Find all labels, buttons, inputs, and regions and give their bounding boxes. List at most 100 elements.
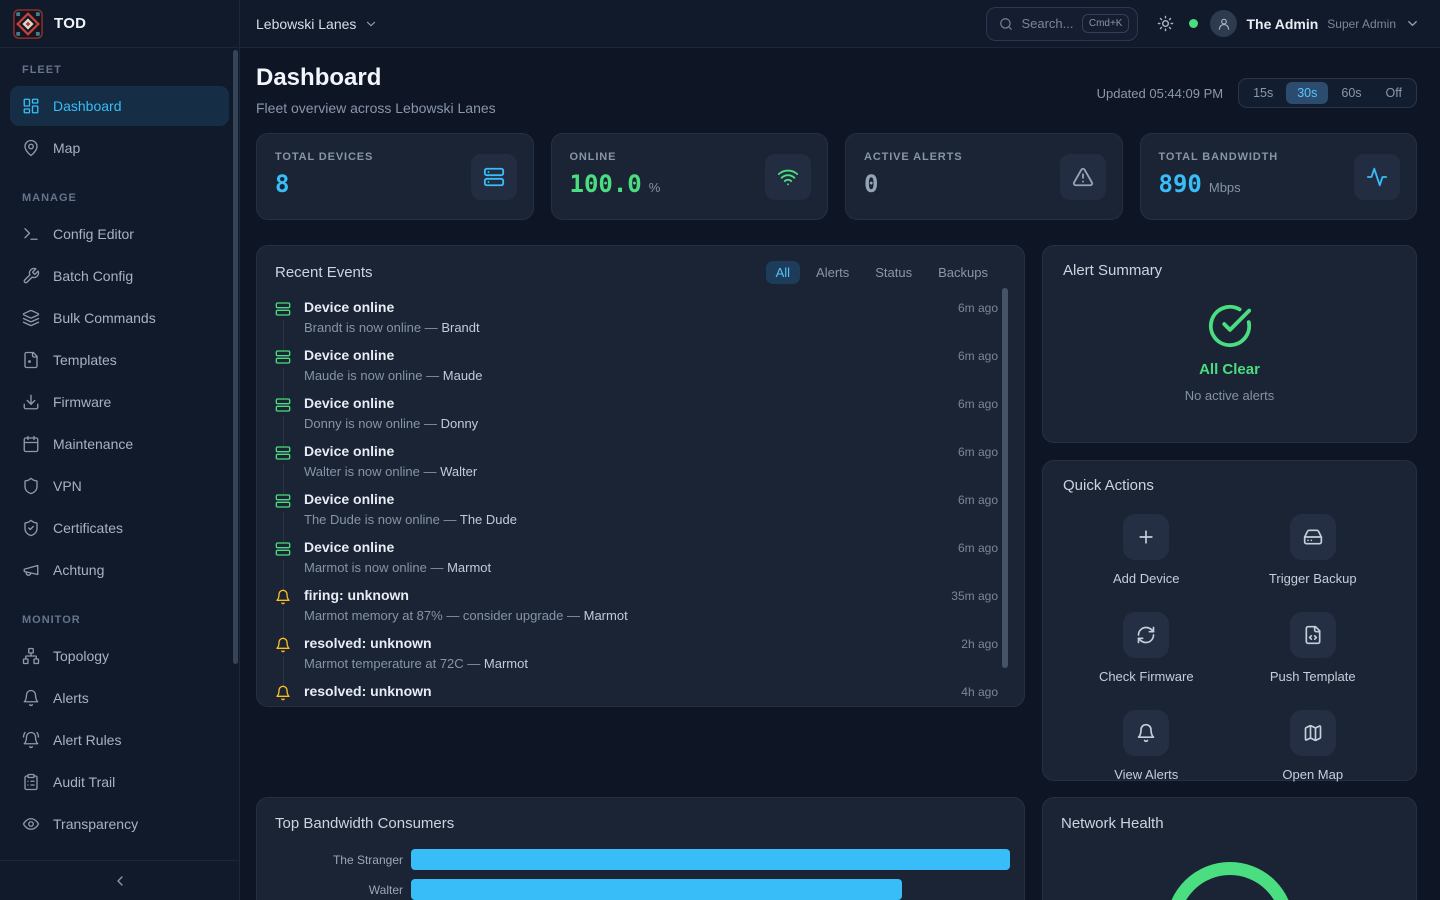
refresh-option-30s[interactable]: 30s [1286, 82, 1328, 104]
tab-status[interactable]: Status [865, 261, 922, 284]
quick-action-label: Trigger Backup [1269, 571, 1357, 586]
event-detail: Maude is now online — [304, 368, 439, 383]
bandwidth-bar [411, 849, 1010, 870]
refresh-option-15s[interactable]: 15s [1242, 82, 1284, 104]
sidebar-item-alerts[interactable]: Alerts [10, 678, 229, 718]
updated-timestamp: Updated 05:44:09 PM [1097, 86, 1223, 101]
event-row: resolved: unknown Marmot temperature at … [275, 634, 998, 682]
hard-drive-icon [1303, 527, 1323, 547]
page-title: Dashboard [256, 64, 496, 92]
refresh-option-off[interactable]: Off [1375, 82, 1413, 104]
brand-name: TOD [54, 15, 86, 32]
event-title: Device online [304, 298, 945, 316]
event-time: 6m ago [958, 490, 998, 538]
tab-alerts[interactable]: Alerts [806, 261, 859, 284]
sidebar-item-vpn[interactable]: VPN [10, 466, 229, 506]
event-row: Device online Maude is now online — Maud… [275, 346, 998, 394]
recent-events-panel: Recent Events All Alerts Status Backups … [256, 245, 1025, 707]
sidebar-item-audit-trail[interactable]: Audit Trail [10, 762, 229, 802]
sidebar-item-achtung[interactable]: Achtung [10, 550, 229, 590]
clipboard-list-icon [22, 773, 40, 791]
stat-value: 8 [275, 170, 289, 198]
tab-all[interactable]: All [766, 261, 800, 284]
event-time: 35m ago [951, 586, 998, 634]
quick-action-label: Check Firmware [1099, 669, 1194, 684]
user-menu[interactable]: The Admin Super Admin [1210, 10, 1420, 37]
calendar-icon [22, 435, 40, 453]
event-detail: Brandt is now online — [304, 320, 438, 335]
sidebar-item-maintenance[interactable]: Maintenance [10, 424, 229, 464]
events-scrollbar[interactable] [1002, 288, 1008, 668]
alert-triangle-icon [1072, 166, 1094, 188]
add-device-button[interactable]: Add Device [1113, 514, 1179, 586]
sun-icon [1157, 15, 1174, 32]
search-input[interactable]: Search... Cmd+K [986, 7, 1138, 41]
refresh-option-60s[interactable]: 60s [1330, 82, 1372, 104]
alert-summary-detail: No active alerts [1185, 388, 1275, 403]
sidebar-item-topology[interactable]: Topology [10, 636, 229, 676]
trigger-backup-button[interactable]: Trigger Backup [1269, 514, 1357, 586]
sidebar-collapse-button[interactable] [0, 860, 239, 900]
activity-icon [1366, 166, 1388, 188]
events-list: Device online Brandt is now online — Bra… [275, 298, 998, 707]
sidebar-item-dashboard[interactable]: Dashboard [10, 86, 229, 126]
dashboard-grid-icon [22, 97, 40, 115]
stat-value: 890 [1159, 170, 1202, 198]
open-map-button[interactable]: Open Map [1282, 710, 1343, 782]
theme-toggle[interactable] [1157, 15, 1174, 32]
shield-icon [22, 477, 40, 495]
wifi-icon [777, 166, 799, 188]
stat-card-total-bandwidth: TOTAL BANDWIDTH 890Mbps [1140, 133, 1418, 220]
event-time: 4h ago [961, 682, 998, 707]
sidebar-item-bulk-commands[interactable]: Bulk Commands [10, 298, 229, 338]
sidebar-item-map[interactable]: Map [10, 128, 229, 168]
search-shortcut-badge: Cmd+K [1082, 14, 1130, 33]
stat-icon-chip [1060, 154, 1106, 200]
event-title: Device online [304, 394, 945, 412]
sidebar-item-label: Config Editor [53, 226, 134, 242]
sidebar-item-batch-config[interactable]: Batch Config [10, 256, 229, 296]
sidebar-scrollbar[interactable] [233, 50, 238, 664]
view-alerts-button[interactable]: View Alerts [1114, 710, 1178, 782]
megaphone-icon [22, 561, 40, 579]
event-detail: Marmot temperature at 72C — [304, 656, 480, 671]
event-detail: Walter is now online — [304, 464, 436, 479]
file-code-icon [1303, 625, 1323, 645]
stat-icon-chip [471, 154, 517, 200]
check-firmware-button[interactable]: Check Firmware [1099, 612, 1194, 684]
search-icon [999, 17, 1013, 31]
brand[interactable]: TOD [0, 0, 240, 47]
sidebar-item-label: Maintenance [53, 436, 133, 452]
server-icon [275, 541, 291, 557]
tab-backups[interactable]: Backups [928, 261, 998, 284]
network-health-panel: Network Health 100 [1042, 797, 1417, 900]
bandwidth-device-label: Walter [275, 883, 403, 897]
event-device: Marmot [584, 608, 628, 623]
alert-summary-panel: Alert Summary All Clear No active alerts [1042, 245, 1417, 443]
event-time: 6m ago [958, 298, 998, 346]
org-switcher[interactable]: Lebowski Lanes [256, 16, 378, 32]
push-template-button[interactable]: Push Template [1270, 612, 1356, 684]
event-device: Donny [441, 416, 479, 431]
map-pin-icon [22, 139, 40, 157]
user-role: Super Admin [1327, 17, 1396, 31]
sidebar-item-certificates[interactable]: Certificates [10, 508, 229, 548]
alert-summary-title: Alert Summary [1063, 262, 1396, 279]
event-row: Device online Walter is now online — Wal… [275, 442, 998, 490]
sidebar-item-label: Templates [53, 352, 117, 368]
sidebar-item-alert-rules[interactable]: Alert Rules [10, 720, 229, 760]
stat-unit: % [649, 180, 661, 195]
sidebar-item-transparency[interactable]: Transparency [10, 804, 229, 844]
event-title: Device online [304, 442, 945, 460]
sidebar-item-label: Audit Trail [53, 774, 115, 790]
connection-status-dot [1189, 19, 1198, 28]
check-circle-icon [1207, 303, 1253, 349]
download-icon [22, 393, 40, 411]
event-detail: Marmot is now online — [304, 560, 443, 575]
sidebar-item-firmware[interactable]: Firmware [10, 382, 229, 422]
quick-actions-panel: Quick Actions Add Device Trigger Backup … [1042, 460, 1417, 781]
quick-actions-title: Quick Actions [1063, 477, 1396, 494]
sidebar-item-templates[interactable]: Templates [10, 340, 229, 380]
sidebar-item-config-editor[interactable]: Config Editor [10, 214, 229, 254]
quick-action-label: Add Device [1113, 571, 1179, 586]
